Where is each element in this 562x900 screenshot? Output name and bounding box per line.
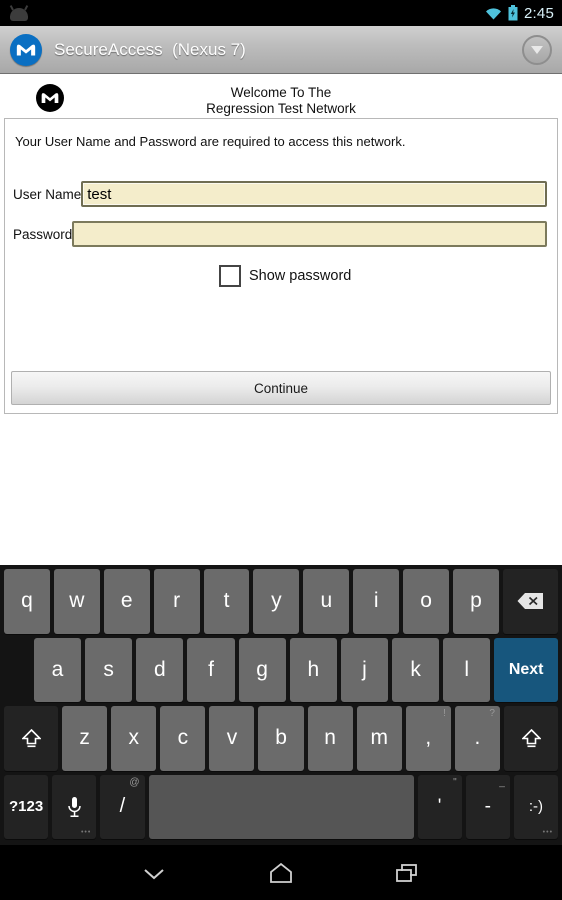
key-slash-label: / [119,795,126,818]
key-mic-dots: ••• [80,829,92,836]
app-bar: SecureAccess (Nexus 7) [0,26,562,74]
username-label: User Name [13,186,82,202]
key-dash-hint: _ [499,776,505,788]
welcome-header: Welcome To The Regression Test Network [0,74,562,118]
navigation-bar [0,845,562,900]
battery-charging-icon [508,5,518,21]
show-password-checkbox[interactable] [219,265,241,287]
key-comma-hint: ! [443,708,446,719]
key-period-hint: ? [489,708,495,719]
status-bar-right: 2:45 [485,5,554,22]
keyboard-row-1: q w e r t y u i o p [2,569,560,634]
key-e[interactable]: e [103,569,150,634]
key-d[interactable]: d [136,637,184,702]
app-title: SecureAccess (Nexus 7) [54,39,246,59]
backspace-icon[interactable] [502,569,558,634]
key-c[interactable]: c [160,706,206,771]
key-b[interactable]: b [258,706,304,771]
password-label: Password [13,226,73,242]
home-icon[interactable] [258,853,304,893]
wifi-icon [485,7,502,20]
key-w[interactable]: w [53,569,100,634]
key-g[interactable]: g [238,637,286,702]
key-f[interactable]: f [187,637,235,702]
keyboard-row-4: ?123 ••• @ / " ' _ - :-) ••• [2,774,560,839]
key-p[interactable]: p [453,569,499,634]
keyboard-row-2: a s d f g h j k l Next [2,637,560,703]
key-l[interactable]: l [443,637,491,702]
motorola-logo-icon [10,33,42,66]
key-comma-label: , [425,726,432,750]
key-next[interactable]: Next [494,637,558,702]
web-content: Welcome To The Regression Test Network Y… [0,74,562,589]
key-t[interactable]: t [203,569,250,634]
key-symbols[interactable]: ?123 [4,774,49,839]
key-v[interactable]: v [209,706,255,771]
key-s[interactable]: s [85,637,133,702]
microphone-icon[interactable]: ••• [52,774,97,839]
key-slash-hint: @ [129,776,140,788]
username-row: User Name [5,181,557,207]
key-slash[interactable]: @ / [100,774,145,839]
motorola-logo-black-icon [36,84,64,112]
status-bar: 2:45 [0,0,562,26]
key-emoticon[interactable]: :-) ••• [513,774,559,839]
key-emoticon-label: :-) [528,798,544,816]
password-input[interactable] [72,221,547,247]
key-apostrophe-hint: " [453,776,457,788]
key-r[interactable]: r [153,569,200,634]
key-apostrophe[interactable]: " ' [417,774,462,839]
android-head-icon [8,5,30,21]
key-m[interactable]: m [356,706,402,771]
key-z[interactable]: z [62,706,108,771]
key-o[interactable]: o [403,569,450,634]
soft-keyboard: q w e r t y u i o p a s d f g h j k l Ne… [0,565,562,845]
row2-left-spacer [4,638,30,703]
shift-icon-right[interactable] [503,706,559,771]
key-y[interactable]: y [253,569,300,634]
hide-keyboard-chevron-icon[interactable] [131,853,177,893]
key-n[interactable]: n [307,706,353,771]
key-h[interactable]: h [289,637,337,702]
key-q[interactable]: q [4,569,50,634]
key-x[interactable]: x [111,706,157,771]
key-dash-label: - [484,795,491,817]
shift-icon[interactable] [4,706,59,771]
form-instructions: Your User Name and Password are required… [15,134,406,149]
continue-button[interactable]: Continue [11,371,551,405]
keyboard-row-3: z x c v b n m ! , ? . [2,706,560,771]
key-u[interactable]: u [303,569,350,634]
key-emoticon-dots: ••• [542,829,554,836]
password-row: Password [5,221,557,247]
recent-apps-icon[interactable] [385,853,431,893]
welcome-text: Welcome To The Regression Test Network [0,82,562,117]
welcome-line-2: Regression Test Network [206,101,356,116]
status-clock: 2:45 [524,4,554,22]
chevron-down-circle-icon[interactable] [522,34,552,65]
key-period[interactable]: ? . [454,706,500,771]
key-k[interactable]: k [392,637,440,702]
continue-wrap: Continue [11,371,551,405]
username-input[interactable] [81,181,547,207]
key-apostrophe-label: ' [437,795,442,817]
key-comma[interactable]: ! , [405,706,451,771]
key-a[interactable]: a [33,637,82,702]
show-password-row[interactable]: Show password [5,265,557,287]
login-form: Your User Name and Password are required… [4,118,558,414]
show-password-label: Show password [249,268,352,284]
key-period-label: . [474,726,481,750]
welcome-line-1: Welcome To The [230,85,332,100]
key-space[interactable] [148,774,414,839]
key-i[interactable]: i [353,569,400,634]
key-dash[interactable]: _ - [465,774,510,839]
key-j[interactable]: j [340,637,389,702]
